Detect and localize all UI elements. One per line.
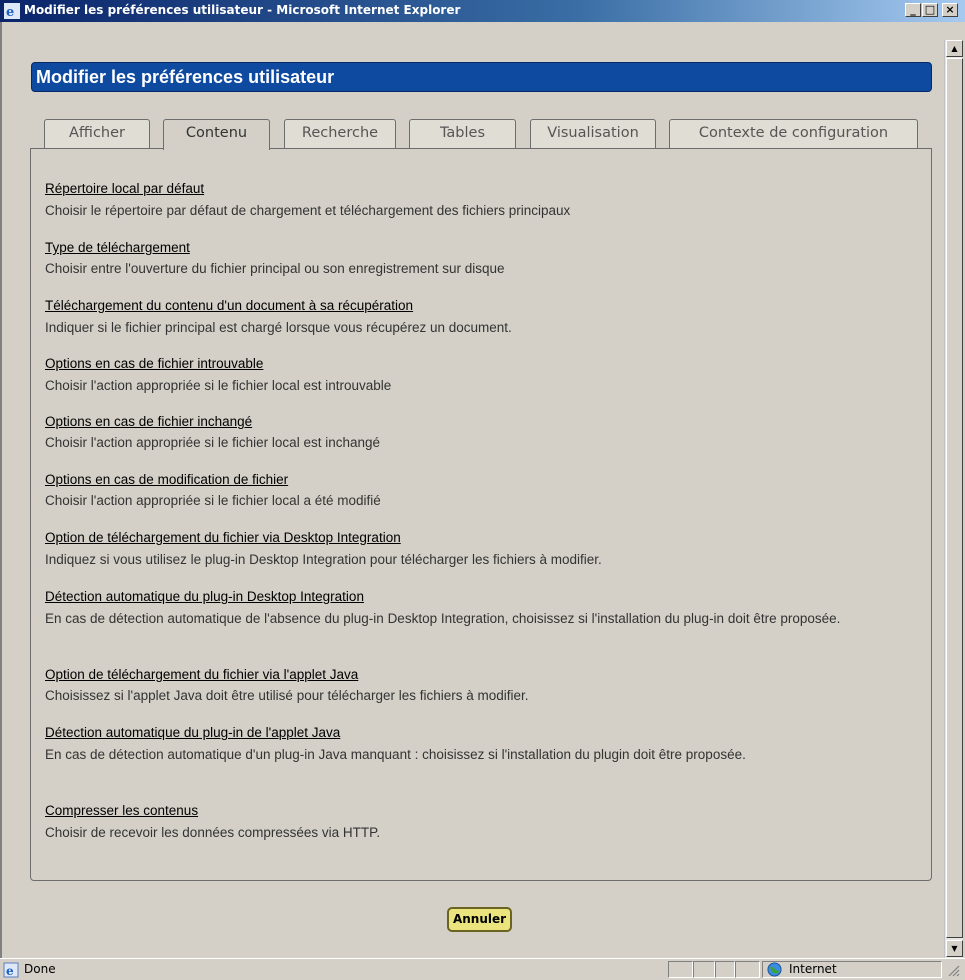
tab-contenu[interactable]: Contenu (163, 119, 270, 150)
svg-text:e: e (6, 964, 14, 978)
ie-page-icon: e (3, 962, 19, 978)
desc-desktop-integration-detection: En cas de détection automatique de l'abs… (45, 611, 841, 626)
link-modification-fichier[interactable]: Options en cas de modification de fichie… (45, 472, 288, 487)
status-text: Done (24, 962, 56, 976)
page-header: Modifier les préférences utilisateur (31, 62, 932, 92)
desc-modification-fichier: Choisir l'action appropriée si le fichie… (45, 493, 381, 508)
maximize-button[interactable]: □ (922, 3, 938, 17)
desc-applet-java-download: Choisissez si l'applet Java doit être ut… (45, 688, 529, 703)
scroll-down-button[interactable]: ▼ (946, 940, 963, 957)
link-telechargement-contenu[interactable]: Téléchargement du contenu d'un document … (45, 298, 413, 313)
vertical-scrollbar[interactable]: ▲ ▼ (944, 40, 963, 958)
resize-grip-icon[interactable] (948, 965, 960, 977)
link-repertoire-local[interactable]: Répertoire local par défaut (45, 181, 204, 196)
minimize-button[interactable]: _ (905, 3, 921, 17)
desc-type-telechargement: Choisir entre l'ouverture du fichier pri… (45, 261, 505, 276)
desc-telechargement-contenu: Indiquer si le fichier principal est cha… (45, 320, 512, 335)
link-fichier-introuvable[interactable]: Options en cas de fichier introuvable (45, 356, 263, 371)
svg-text:e: e (6, 5, 14, 19)
desc-fichier-introuvable: Choisir l'action appropriée si le fichie… (45, 378, 392, 393)
scroll-up-button[interactable]: ▲ (946, 40, 963, 57)
globe-icon (767, 962, 782, 977)
window-title: Modifier les préférences utilisateur - M… (24, 3, 461, 17)
link-fichier-inchange[interactable]: Options en cas de fichier inchangé (45, 414, 252, 429)
status-cell (693, 961, 715, 978)
desc-compresser-contenus: Choisir de recevoir les données compress… (45, 825, 381, 840)
zone-panel: Internet (762, 961, 942, 978)
link-type-telechargement[interactable]: Type de téléchargement (45, 240, 190, 255)
tab-visualisation[interactable]: Visualisation (530, 119, 656, 148)
page-title: Modifier les préférences utilisateur (36, 67, 335, 87)
link-applet-java-download[interactable]: Option de téléchargement du fichier via … (45, 667, 358, 682)
cancel-button[interactable]: Annuler (447, 907, 512, 932)
desc-desktop-integration-download: Indiquez si vous utilisez le plug-in Des… (45, 552, 602, 567)
ie-icon: e (4, 3, 20, 19)
link-desktop-integration-download[interactable]: Option de téléchargement du fichier via … (45, 530, 401, 545)
desc-repertoire-local: Choisir le répertoire par défaut de char… (45, 203, 571, 218)
desc-fichier-inchange: Choisir l'action appropriée si le fichie… (45, 435, 381, 450)
tab-recherche[interactable]: Recherche (284, 119, 396, 148)
link-desktop-integration-detection[interactable]: Détection automatique du plug-in Desktop… (45, 589, 364, 604)
tab-tables[interactable]: Tables (409, 119, 516, 148)
zone-text: Internet (789, 962, 837, 976)
status-cell (668, 961, 693, 978)
close-button[interactable]: × (942, 3, 958, 17)
title-bar: e Modifier les préférences utilisateur -… (0, 0, 965, 22)
scroll-thumb[interactable] (946, 58, 963, 938)
link-compresser-contenus[interactable]: Compresser les contenus (45, 803, 198, 818)
content-panel (30, 148, 932, 881)
tab-afficher[interactable]: Afficher (44, 119, 150, 148)
link-applet-java-detection[interactable]: Détection automatique du plug-in de l'ap… (45, 725, 340, 740)
status-cell (735, 961, 760, 978)
status-bar: e Done Internet (0, 958, 965, 980)
status-cell (715, 961, 735, 978)
desc-applet-java-detection: En cas de détection automatique d'un plu… (45, 747, 746, 762)
tab-contexte-de-configuration[interactable]: Contexte de configuration (669, 119, 918, 148)
